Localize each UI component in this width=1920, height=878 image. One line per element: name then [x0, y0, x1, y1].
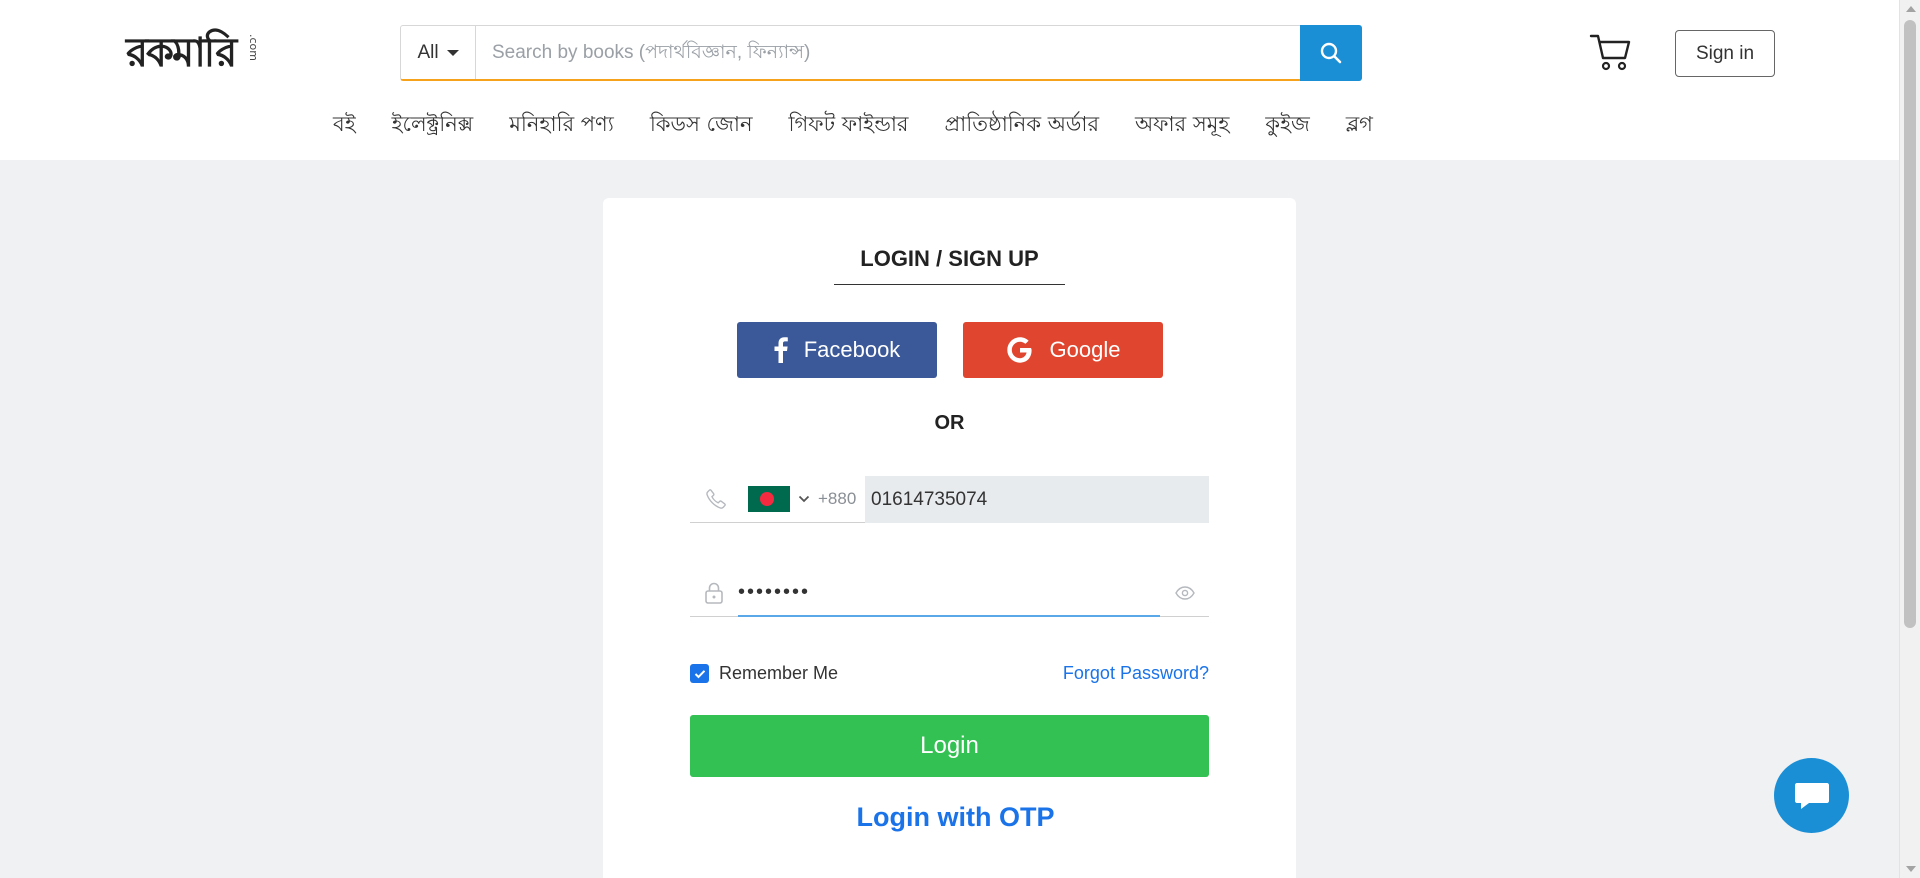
scroll-up-arrow-icon[interactable] [1906, 6, 1916, 12]
social-login: Facebook Google [737, 322, 1163, 378]
google-login-button[interactable]: Google [963, 322, 1163, 378]
country-flag-icon[interactable] [748, 486, 790, 512]
search-bar: All [400, 25, 1362, 81]
nav-item-quiz[interactable]: কুইজ [1265, 108, 1309, 142]
nav-item-electronics[interactable]: ইলেক্ট্রনিক্স [392, 108, 474, 142]
login-with-otp-link[interactable]: Login with OTP [603, 802, 1296, 833]
vertical-scrollbar[interactable] [1899, 0, 1920, 878]
search-category-label: All [417, 41, 439, 63]
phone-input[interactable]: 01614735074 [865, 476, 1209, 523]
scroll-down-arrow-icon[interactable] [1906, 866, 1916, 872]
logo-suffix: .com [247, 34, 260, 61]
login-card: LOGIN / SIGN UP Facebook Google OR +880 … [603, 198, 1296, 878]
nav-item-gift-finder[interactable]: গিফট ফাইন্ডার [788, 108, 908, 142]
password-field: •••••••• [690, 570, 1209, 617]
phone-icon [690, 488, 742, 510]
eye-icon[interactable] [1160, 586, 1209, 600]
caret-down-icon [446, 49, 459, 56]
remember-me-checkbox[interactable] [690, 664, 709, 683]
or-divider: OR [934, 412, 965, 434]
login-button[interactable]: Login [690, 715, 1209, 777]
search-input[interactable] [476, 26, 1361, 79]
chat-icon [1794, 782, 1829, 809]
site-logo[interactable]: রকমারি .com [126, 26, 266, 82]
facebook-label: Facebook [803, 337, 901, 362]
facebook-login-button[interactable]: Facebook [737, 322, 937, 378]
google-icon [1006, 337, 1032, 363]
nav-item-blog[interactable]: ব্লগ [1346, 108, 1373, 142]
cart-button[interactable] [1589, 32, 1633, 72]
logo-text: রকমারি [126, 29, 237, 76]
nav-item-books[interactable]: বই [333, 108, 356, 142]
google-label: Google [1049, 337, 1121, 362]
login-title-wrap: LOGIN / SIGN UP [603, 246, 1296, 285]
remember-me: Remember Me [690, 663, 838, 684]
nav-item-offers[interactable]: অফার সমূহ [1135, 108, 1229, 142]
forgot-password-link[interactable]: Forgot Password? [1063, 663, 1209, 684]
cart-icon [1589, 34, 1631, 71]
check-icon [694, 669, 705, 678]
remember-me-label: Remember Me [719, 663, 839, 683]
nav-item-kids-zone[interactable]: কিডস জোন [650, 108, 753, 142]
login-title: LOGIN / SIGN UP [834, 246, 1065, 285]
sign-in-button[interactable]: Sign in [1675, 30, 1775, 77]
nav-item-corporate-order[interactable]: প্রাতিষ্ঠানিক অর্ডার [945, 108, 1100, 142]
lock-icon [690, 582, 738, 604]
password-input[interactable]: •••••••• [738, 570, 1160, 617]
search-button[interactable] [1300, 25, 1362, 81]
nav-item-stationery[interactable]: মনিহারি পণ্য [509, 108, 614, 142]
site-header: রকমারি .com All Sign in বই ইলেক্ট্রনিক্স… [0, 0, 1899, 160]
main-nav: বই ইলেক্ট্রনিক্স মনিহারি পণ্য কিডস জোন গ… [333, 108, 1409, 142]
facebook-icon [774, 337, 788, 363]
dial-code: +880 [818, 489, 857, 508]
scrollbar-thumb[interactable] [1904, 20, 1916, 628]
search-category-dropdown[interactable]: All [401, 26, 476, 79]
search-icon [1320, 42, 1342, 64]
chat-button[interactable] [1774, 758, 1849, 833]
chevron-down-icon[interactable] [798, 493, 810, 505]
phone-field: +880 01614735074 [690, 476, 1209, 523]
